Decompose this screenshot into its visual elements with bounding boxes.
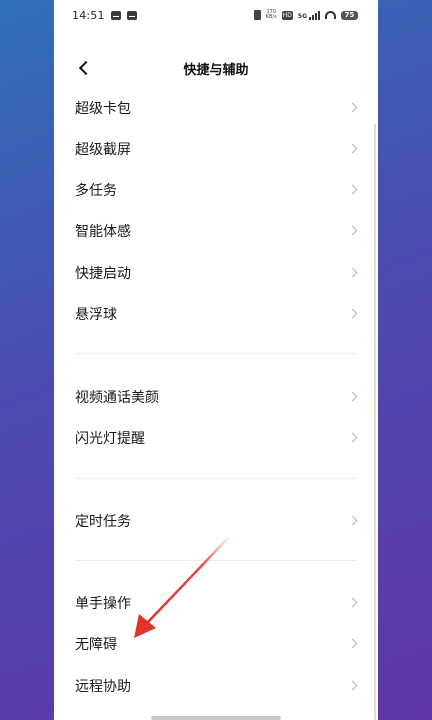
list-item-label: 远程协助: [75, 678, 131, 695]
settings-list: 超级卡包 超级截屏 多任务 智能体感 快捷启动 悬浮球 视频通话美颜 闪光灯提醒…: [54, 94, 378, 720]
chevron-right-icon: [347, 102, 358, 113]
list-item-accessibility[interactable]: 无障碍: [54, 623, 378, 664]
hd-icon: HD: [281, 10, 293, 20]
chevron-right-icon: [347, 597, 358, 608]
status-bar: 14:51 170 KB/s HD 5G 75: [54, 0, 378, 30]
signal-icon: 5G: [297, 10, 320, 20]
list-item-label: 视频通话美颜: [75, 389, 159, 406]
chevron-right-icon: [347, 391, 358, 402]
page-header: 快捷与辅助: [54, 48, 378, 88]
signal-bar: [315, 12, 317, 20]
home-indicator[interactable]: [151, 716, 281, 720]
chevron-right-icon: [347, 432, 358, 443]
chevron-right-icon: [347, 638, 358, 649]
app-notification-icon: [126, 10, 137, 20]
network-speed: 170 KB/s: [265, 9, 277, 20]
list-item-label: 无障碍: [75, 636, 117, 653]
list-item-super-screenshot[interactable]: 超级截屏: [54, 128, 378, 169]
list-item-label: 单手操作: [75, 595, 131, 612]
list-item-multitask[interactable]: 多任务: [54, 169, 378, 210]
list-item-label: 超级卡包: [75, 100, 131, 117]
list-item-one-hand-mode[interactable]: 单手操作: [54, 582, 378, 623]
chevron-right-icon: [347, 143, 358, 154]
battery-icon: 75: [341, 10, 358, 20]
list-item-flash-reminder[interactable]: 闪光灯提醒: [54, 417, 378, 458]
section-divider: [75, 353, 357, 354]
scrollbar[interactable]: [374, 124, 376, 720]
chevron-right-icon: [347, 267, 358, 278]
chevron-right-icon: [347, 680, 358, 691]
list-item-label: 超级截屏: [75, 141, 131, 158]
status-time: 14:51: [72, 8, 105, 22]
list-item-label: 快捷启动: [75, 265, 131, 282]
chevron-right-icon: [347, 515, 358, 526]
list-item-label: 悬浮球: [75, 306, 117, 323]
signal-label: 5G: [297, 12, 307, 20]
list-item-floating-ball[interactable]: 悬浮球: [54, 293, 378, 334]
list-item-label: 智能体感: [75, 223, 131, 240]
chevron-right-icon: [347, 225, 358, 236]
chevron-right-icon: [347, 184, 358, 195]
list-item-label: 闪光灯提醒: [75, 430, 145, 447]
signal-bar: [318, 10, 320, 20]
list-item-quick-launch[interactable]: 快捷启动: [54, 252, 378, 293]
list-item-scheduled-tasks[interactable]: 定时任务: [54, 500, 378, 541]
chevron-right-icon: [347, 308, 358, 319]
status-left: 14:51: [72, 9, 137, 22]
list-item-super-card-pack[interactable]: 超级卡包: [54, 94, 378, 128]
phone-screen: 14:51 170 KB/s HD 5G 75 快捷与辅助 超级卡包 超级截屏 …: [54, 0, 378, 720]
list-item-video-call-beauty[interactable]: 视频通话美颜: [54, 376, 378, 417]
vibrate-icon: [253, 10, 261, 20]
message-notification-icon: [110, 10, 121, 20]
page-title: 快捷与辅助: [183, 63, 249, 78]
list-item-smart-motion[interactable]: 智能体感: [54, 210, 378, 251]
list-item-label: 多任务: [75, 182, 117, 199]
signal-bar: [312, 14, 314, 20]
section-divider: [75, 560, 357, 561]
status-right: 170 KB/s HD 5G 75: [253, 9, 358, 20]
section-divider: [75, 478, 357, 479]
signal-bar: [309, 16, 311, 20]
list-item-remote-assistance[interactable]: 远程协助: [54, 665, 378, 706]
list-item-label: 定时任务: [75, 513, 131, 530]
wifi-icon: [325, 11, 336, 19]
